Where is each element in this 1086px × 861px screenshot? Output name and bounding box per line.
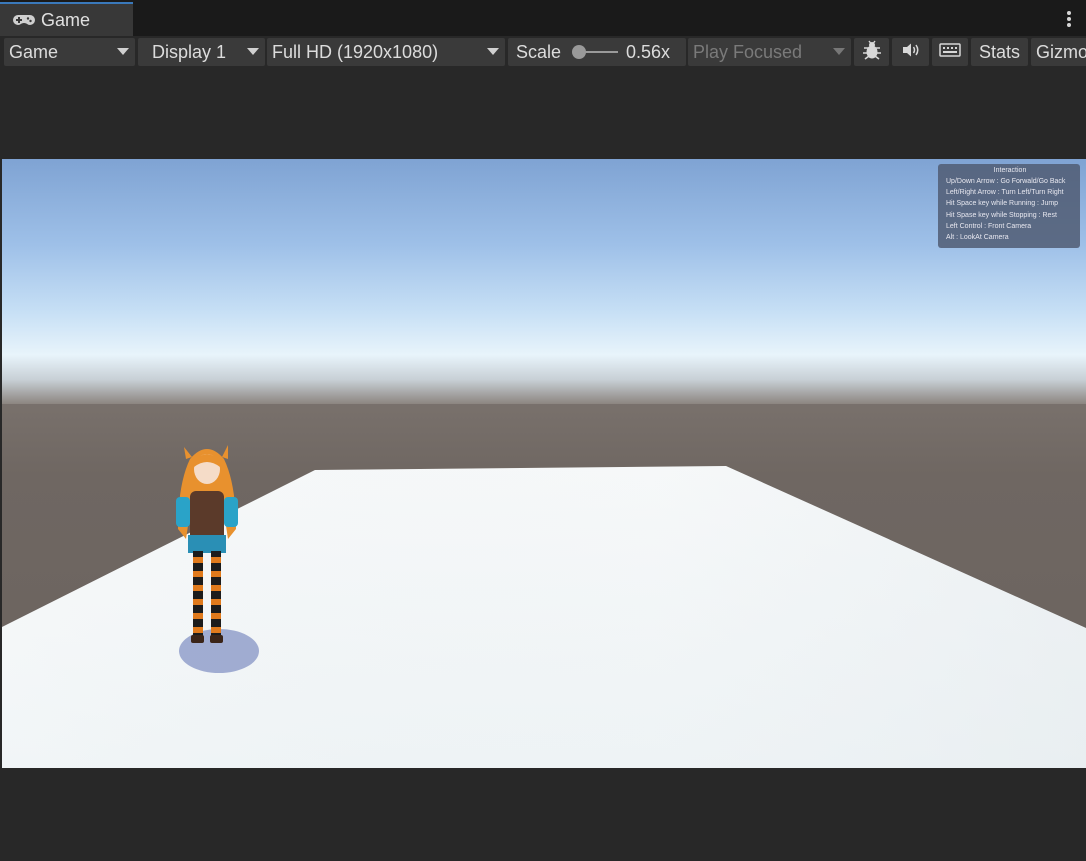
gizmos-button-label: Gizmos: [1036, 41, 1086, 62]
interaction-help-line: Left/Right Arrow : Turn Left/Turn Right: [946, 189, 1064, 197]
chevron-down-icon: [487, 48, 499, 55]
game-toolbar: Game Display 1 Full HD (1920x1080) Scale…: [0, 36, 1086, 68]
interaction-help-line: Alt : LookAt Camera: [946, 234, 1009, 242]
chevron-down-icon: [833, 48, 845, 55]
chevron-down-icon: [117, 48, 129, 55]
game-window: Game Game Display 1 Full HD (1920x1080) …: [0, 0, 1086, 861]
play-mode-dropdown-label: Play Focused: [693, 41, 803, 62]
display-dropdown-label: Display 1: [152, 41, 227, 62]
character-avatar: [176, 445, 238, 643]
interaction-help-line: Up/Down Arrow : Go Forwald/Go Back: [946, 178, 1066, 185]
stats-button-label: Stats: [978, 41, 1021, 62]
tab-game[interactable]: Game: [0, 2, 133, 36]
shortcuts-button[interactable]: [932, 38, 968, 66]
mute-audio-button[interactable]: [892, 38, 929, 66]
display-dropdown[interactable]: Display 1: [138, 38, 265, 66]
stats-button[interactable]: Stats: [971, 38, 1028, 66]
game-view-dropdown[interactable]: Game: [4, 38, 135, 66]
bug-icon: [861, 39, 883, 66]
interaction-help-title: Interaction: [993, 167, 1027, 174]
interaction-help-panel: Interaction Up/Down Arrow : Go Forwald/G…: [938, 164, 1080, 248]
speaker-icon: [901, 42, 921, 63]
interaction-help-line: Hit Space key while Running : Jump: [946, 200, 1059, 208]
tab-bar: Game: [0, 0, 1086, 36]
game-view-dropdown-label: Game: [9, 41, 59, 62]
resolution-dropdown-label: Full HD (1920x1080): [272, 41, 439, 62]
interaction-help-line: Hit Spase key while Stopping : Rest: [946, 211, 1057, 219]
scale-value: 0.56x: [626, 42, 671, 62]
play-mode-dropdown[interactable]: Play Focused: [688, 38, 851, 66]
game-viewport[interactable]: Interaction Up/Down Arrow : Go Forwald/G…: [2, 159, 1086, 768]
scale-control: Scale 0.56x: [508, 38, 686, 66]
gamepad-icon: [13, 13, 35, 27]
bug-button[interactable]: [854, 38, 889, 66]
scale-label: Scale: [516, 41, 562, 62]
tab-game-label: Game: [41, 9, 91, 30]
more-options-icon[interactable]: [1066, 10, 1072, 28]
scale-slider-handle[interactable]: [572, 45, 586, 59]
chevron-down-icon: [247, 48, 259, 55]
character-legs: [191, 551, 223, 643]
interaction-help-line: Left Control : Front Camera: [946, 222, 1032, 230]
resolution-dropdown[interactable]: Full HD (1920x1080): [267, 38, 505, 66]
letterbox-bottom: [0, 768, 1086, 861]
gizmos-button[interactable]: Gizmos: [1031, 38, 1086, 66]
keyboard-icon: [939, 42, 961, 63]
